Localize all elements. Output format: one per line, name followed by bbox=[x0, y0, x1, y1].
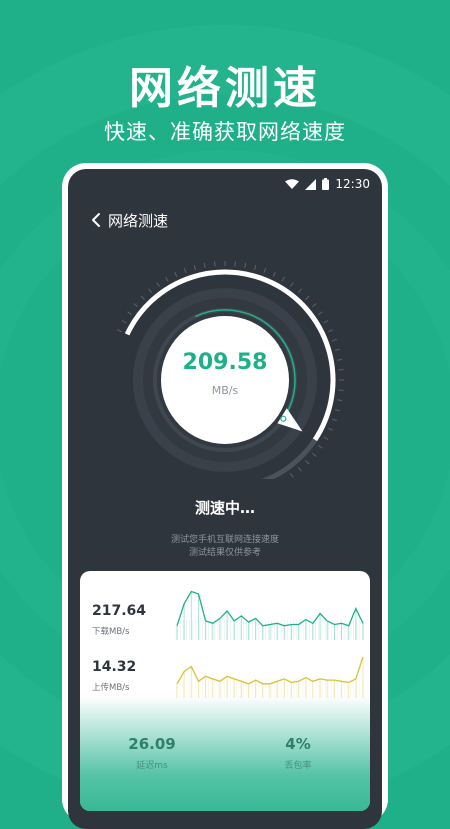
latency-label: 延迟ms bbox=[82, 758, 222, 771]
upload-chart bbox=[175, 643, 365, 698]
gauge-tick bbox=[337, 400, 342, 401]
gauge-tick bbox=[282, 277, 285, 281]
gauge-tick bbox=[290, 473, 293, 477]
gauge-tick bbox=[324, 321, 328, 324]
gauge-tick bbox=[122, 321, 126, 324]
speed-unit: MB/s bbox=[68, 384, 382, 397]
upload-chart-line bbox=[177, 657, 363, 684]
upload-value: 14.32 bbox=[92, 659, 136, 675]
app-screen: 12:30 网络测速 209.58 MB/s 测速中… 测试您手机互联网连接速度… bbox=[68, 169, 382, 829]
promo-title: 网络测速 bbox=[0, 52, 450, 116]
status-time: 12:30 bbox=[335, 177, 370, 191]
gauge-tick bbox=[312, 453, 316, 456]
nav-bar: 网络测速 bbox=[68, 203, 382, 237]
card-fade-overlay bbox=[80, 696, 370, 811]
gauge-tick bbox=[290, 283, 293, 287]
latency-value: 26.09 bbox=[82, 735, 222, 753]
download-label: 下载MB/s bbox=[92, 625, 129, 637]
gauge-tick bbox=[134, 304, 138, 307]
gauge-tick bbox=[149, 289, 152, 293]
download-chart-line bbox=[177, 592, 363, 626]
results-card: 217.64 下载MB/s 14.32 上传MB/s 26.09 延迟ms 4%… bbox=[80, 571, 370, 811]
signal-icon bbox=[305, 179, 316, 190]
gauge-tick bbox=[318, 312, 322, 315]
packet-loss-value: 4% bbox=[228, 735, 368, 753]
gauge-tick bbox=[245, 263, 246, 268]
test-status: 测速中… bbox=[68, 497, 382, 518]
gauge-tick bbox=[157, 283, 160, 287]
speed-value: 209.58 bbox=[68, 350, 382, 375]
gauge-tick bbox=[141, 296, 145, 300]
gauge-tick bbox=[264, 268, 266, 273]
download-value: 217.64 bbox=[92, 603, 146, 619]
battery-icon bbox=[322, 178, 329, 190]
upload-label: 上传MB/s bbox=[92, 681, 129, 693]
gauge-tick bbox=[298, 467, 301, 471]
phone-frame: 12:30 网络测速 209.58 MB/s 测速中… 测试您手机互联网连接速度… bbox=[62, 163, 388, 823]
gauge-tick bbox=[335, 410, 340, 411]
back-icon[interactable] bbox=[86, 209, 108, 231]
gauge-needle-dot bbox=[281, 416, 286, 421]
gauge-tick bbox=[194, 265, 195, 270]
gauge-tick bbox=[273, 272, 275, 277]
packet-loss-label: 丢包率 bbox=[228, 758, 368, 771]
wifi-icon bbox=[285, 179, 299, 190]
gauge-tick bbox=[298, 289, 301, 293]
status-bar: 12:30 bbox=[68, 169, 382, 199]
gauge-tick bbox=[128, 312, 132, 315]
gauge-tick bbox=[255, 265, 256, 270]
gauge-tick bbox=[306, 296, 310, 300]
gauge-tick bbox=[306, 461, 310, 465]
gauge-tick bbox=[324, 437, 328, 440]
page-title: 网络测速 bbox=[108, 210, 168, 231]
gauge-tick bbox=[328, 330, 333, 332]
gauge-tick bbox=[332, 419, 337, 421]
gauge-tick bbox=[312, 304, 316, 307]
test-description-1: 测试您手机互联网连接速度 bbox=[68, 532, 382, 545]
gauge-tick bbox=[184, 268, 186, 273]
promo-subtitle: 快速、准确获取网络速度 bbox=[0, 116, 450, 146]
gauge-tick bbox=[166, 277, 169, 281]
download-chart bbox=[175, 585, 365, 640]
gauge-center-disc bbox=[161, 316, 289, 444]
gauge-tick bbox=[318, 445, 322, 448]
gauge-tick bbox=[117, 330, 122, 332]
test-description-2: 测试结果仅供参考 bbox=[68, 545, 382, 558]
gauge-tick bbox=[204, 263, 205, 268]
gauge-tick bbox=[332, 339, 337, 341]
gauge-tick bbox=[175, 272, 177, 277]
gauge-tick bbox=[328, 428, 333, 430]
